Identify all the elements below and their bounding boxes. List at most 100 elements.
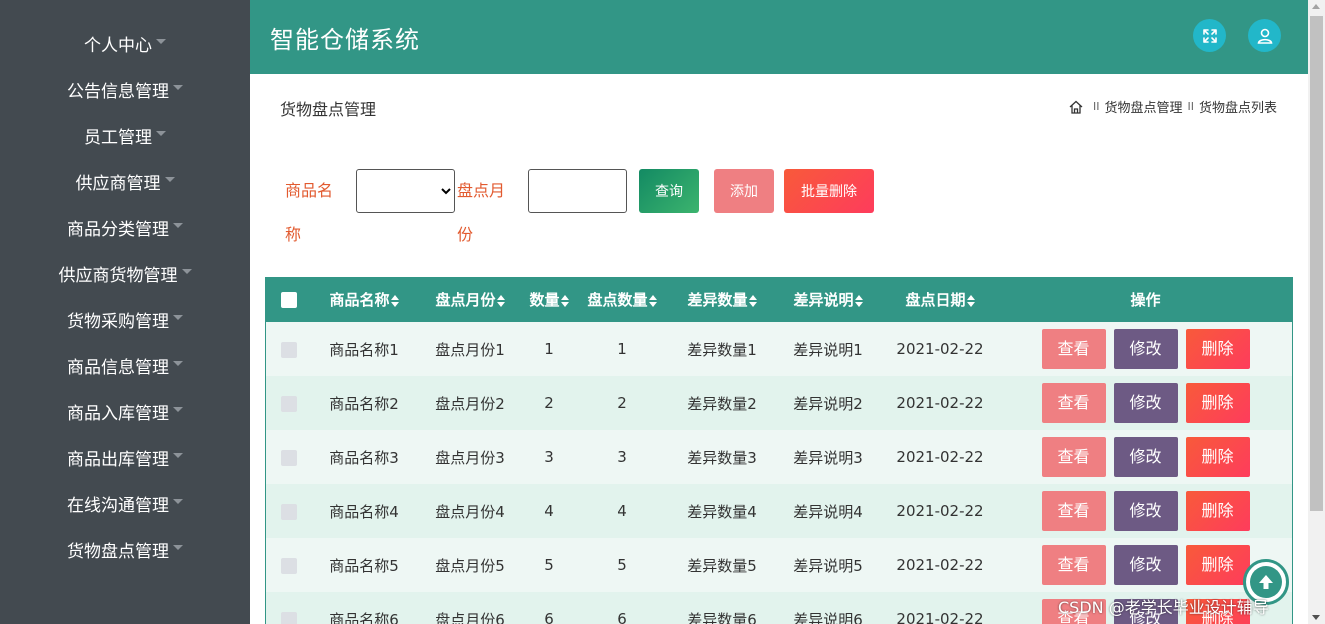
- row-checkbox[interactable]: [280, 395, 297, 412]
- cell-month: 盘点月份3: [435, 448, 505, 467]
- caret-down-icon: [173, 222, 183, 228]
- sort-icon[interactable]: [854, 294, 863, 307]
- delete-button[interactable]: 删除: [1185, 329, 1250, 369]
- view-button[interactable]: 查看: [1041, 491, 1106, 531]
- cell-month: 盘点月份2: [435, 394, 505, 413]
- edit-button[interactable]: 修改: [1113, 329, 1178, 369]
- sidebar-item-label: 商品出库管理: [67, 449, 169, 470]
- header-label: 盘点数量: [587, 291, 648, 309]
- row-checkbox[interactable]: [280, 503, 297, 520]
- sidebar-item-label: 个人中心: [84, 35, 152, 56]
- sidebar-item-category[interactable]: 商品分类管理: [0, 204, 250, 250]
- header-date[interactable]: 盘点日期: [881, 277, 999, 322]
- row-checkbox-cell[interactable]: [266, 484, 311, 538]
- cell-date: 2021-02-22: [896, 448, 984, 466]
- caret-down-icon: [173, 360, 183, 366]
- month-input[interactable]: [528, 169, 627, 213]
- header-diff-note[interactable]: 差异说明: [775, 277, 881, 322]
- sidebar-item-purchase[interactable]: 货物采购管理: [0, 296, 250, 342]
- row-checkbox-cell[interactable]: [266, 322, 311, 376]
- sidebar-item-chat[interactable]: 在线沟通管理: [0, 480, 250, 526]
- fullscreen-button[interactable]: [1193, 19, 1226, 52]
- header-month[interactable]: 盘点月份: [417, 277, 523, 322]
- header-count-qty[interactable]: 盘点数量: [575, 277, 669, 322]
- table-row: 商品名称3 盘点月份3 3 3 差异数量3 差异说明3 2021-02-22 查…: [266, 430, 1292, 484]
- edit-button[interactable]: 修改: [1113, 545, 1178, 585]
- edit-button[interactable]: 修改: [1113, 491, 1178, 531]
- sort-icon[interactable]: [496, 294, 505, 307]
- arrow-up-icon: [1259, 575, 1273, 589]
- delete-button[interactable]: 删除: [1185, 437, 1250, 477]
- sort-icon[interactable]: [648, 294, 657, 307]
- sidebar-item-stock-out[interactable]: 商品出库管理: [0, 434, 250, 480]
- table-row: 商品名称4 盘点月份4 4 4 差异数量4 差异说明4 2021-02-22 查…: [266, 484, 1292, 538]
- scroll-up-arrow-icon[interactable]: [1312, 4, 1320, 9]
- delete-button[interactable]: 删除: [1185, 383, 1250, 423]
- edit-button[interactable]: 修改: [1113, 383, 1178, 423]
- sidebar-item-product-info[interactable]: 商品信息管理: [0, 342, 250, 388]
- header-qty[interactable]: 数量: [523, 277, 575, 322]
- sort-icon[interactable]: [560, 294, 569, 307]
- view-button[interactable]: 查看: [1041, 329, 1106, 369]
- sidebar-item-stock-in[interactable]: 商品入库管理: [0, 388, 250, 434]
- batch-delete-button[interactable]: 批量删除: [784, 169, 874, 213]
- sidebar-item-personal-center[interactable]: 个人中心: [0, 20, 250, 66]
- sidebar-item-inventory-check[interactable]: 货物盘点管理: [0, 526, 250, 572]
- view-button[interactable]: 查看: [1041, 545, 1106, 585]
- sidebar-item-label: 在线沟通管理: [67, 495, 169, 516]
- cell-date: 2021-02-22: [896, 556, 984, 574]
- row-checkbox-cell[interactable]: [266, 538, 311, 592]
- query-button[interactable]: 查询: [639, 169, 699, 213]
- cell-diff-note: 差异说明5: [793, 556, 863, 575]
- add-button[interactable]: 添加: [714, 169, 774, 213]
- header-select-all[interactable]: [266, 277, 311, 322]
- caret-down-icon: [156, 38, 166, 44]
- sidebar-item-label: 货物采购管理: [67, 311, 169, 332]
- header-label: 差异说明: [793, 291, 854, 309]
- table-header-row: 商品名称 盘点月份 数量 盘点数量 差异数量 差异说明 盘点日期 操作: [266, 277, 1292, 322]
- view-button[interactable]: 查看: [1041, 437, 1106, 477]
- caret-down-icon: [164, 176, 175, 182]
- header-label: 盘点日期: [905, 291, 966, 309]
- cell-count-qty: 2: [617, 394, 627, 412]
- cell-count-qty: 6: [617, 610, 627, 624]
- row-checkbox[interactable]: [280, 557, 297, 574]
- delete-button[interactable]: 删除: [1185, 545, 1250, 585]
- scrollbar-thumb[interactable]: [1310, 16, 1323, 511]
- cell-product-name: 商品名称2: [329, 394, 399, 413]
- row-checkbox[interactable]: [280, 449, 297, 466]
- row-checkbox[interactable]: [280, 341, 297, 358]
- view-button[interactable]: 查看: [1041, 383, 1106, 423]
- sidebar-item-employee[interactable]: 员工管理: [0, 112, 250, 158]
- page-scrollbar[interactable]: [1308, 0, 1325, 624]
- caret-down-icon: [173, 544, 183, 550]
- header-diff-qty[interactable]: 差异数量: [669, 277, 775, 322]
- sort-icon[interactable]: [966, 294, 975, 307]
- watermark-text: CSDN @老学长毕业设计辅导: [1058, 598, 1269, 617]
- header-product-name[interactable]: 商品名称: [311, 277, 417, 322]
- cell-month: 盘点月份5: [435, 556, 505, 575]
- cell-diff-note: 差异说明4: [793, 502, 863, 521]
- delete-button[interactable]: 删除: [1185, 491, 1250, 531]
- edit-button[interactable]: 修改: [1113, 437, 1178, 477]
- breadcrumb: II 货物盘点管理 II 货物盘点列表: [1068, 97, 1277, 116]
- row-checkbox[interactable]: [280, 611, 297, 624]
- row-checkbox-cell[interactable]: [266, 430, 311, 484]
- app-title: 智能仓储系统: [270, 25, 420, 54]
- sort-icon[interactable]: [390, 294, 399, 307]
- scroll-down-arrow-icon[interactable]: [1312, 615, 1320, 620]
- row-checkbox-cell[interactable]: [266, 592, 311, 624]
- cell-product-name: 商品名称5: [329, 556, 399, 575]
- sidebar-item-supplier[interactable]: 供应商管理: [0, 158, 250, 204]
- select-all-checkbox[interactable]: [280, 292, 297, 308]
- breadcrumb-item-inventory-manage[interactable]: 货物盘点管理: [1104, 97, 1182, 116]
- home-icon[interactable]: [1068, 99, 1084, 115]
- cell-diff-note: 差异说明3: [793, 448, 863, 467]
- user-menu-button[interactable]: [1248, 19, 1281, 52]
- sidebar-item-notice[interactable]: 公告信息管理: [0, 66, 250, 112]
- sidebar: 个人中心 公告信息管理 员工管理 供应商管理 商品分类管理 供应商货物管理 货物…: [0, 0, 250, 624]
- sort-icon[interactable]: [748, 294, 757, 307]
- product-name-select[interactable]: [356, 169, 455, 213]
- sidebar-item-supplier-goods[interactable]: 供应商货物管理: [0, 250, 250, 296]
- row-checkbox-cell[interactable]: [266, 376, 311, 430]
